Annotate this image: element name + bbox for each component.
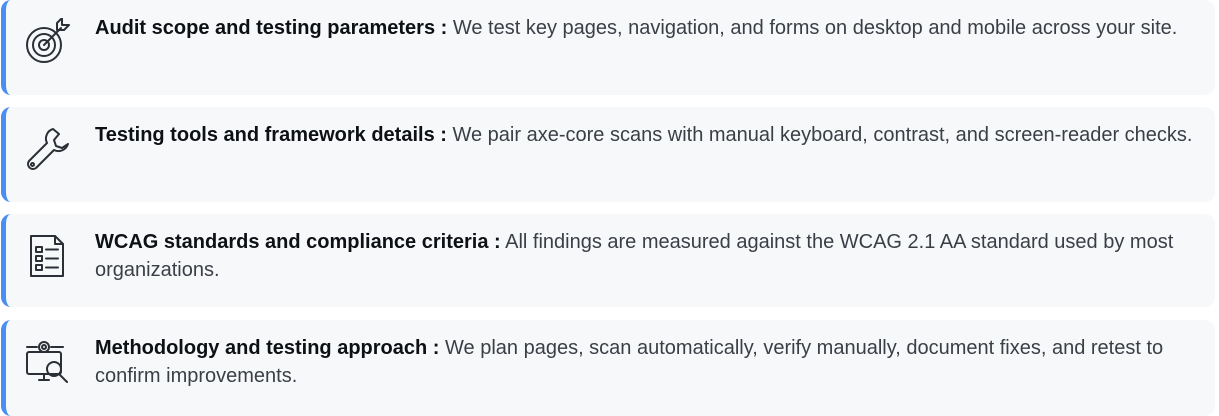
list-item-text: Testing tools and framework details : We… bbox=[95, 121, 1195, 149]
target-icon bbox=[23, 14, 79, 70]
list-item-title: Audit scope and testing parameters : bbox=[95, 17, 448, 39]
list-item-title: WCAG standards and compliance criteria : bbox=[95, 231, 501, 253]
list-item-description: We pair axe-core scans with manual keybo… bbox=[446, 124, 1193, 146]
list-item-title: Methodology and testing approach : bbox=[95, 337, 440, 359]
wrench-icon bbox=[23, 121, 79, 177]
list-item-wcag-standards: WCAG standards and compliance criteria :… bbox=[1, 214, 1215, 307]
checklist-document-icon bbox=[23, 228, 79, 284]
list-item-description: We test key pages, navigation, and forms… bbox=[447, 17, 1178, 39]
list-item-testing-tools: Testing tools and framework details : We… bbox=[1, 107, 1215, 202]
monitor-search-gear-icon bbox=[23, 334, 79, 390]
list-item-title: Testing tools and framework details : bbox=[95, 124, 447, 146]
list-item-audit-scope: Audit scope and testing parameters : We … bbox=[1, 0, 1215, 95]
list-item-text: WCAG standards and compliance criteria :… bbox=[95, 228, 1195, 284]
list-item-methodology: Methodology and testing approach : We pl… bbox=[1, 320, 1215, 416]
feature-list: Audit scope and testing parameters : We … bbox=[0, 0, 1219, 416]
list-item-text: Audit scope and testing parameters : We … bbox=[95, 14, 1195, 42]
list-item-text: Methodology and testing approach : We pl… bbox=[95, 334, 1195, 390]
